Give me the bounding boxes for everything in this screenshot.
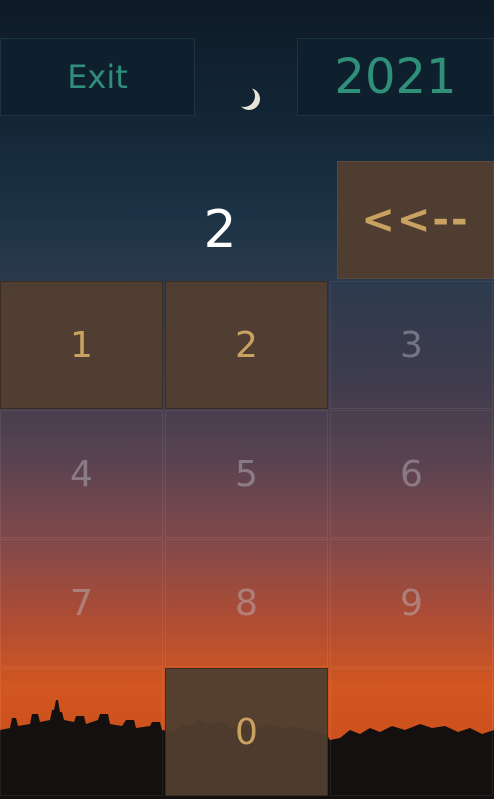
- key-8[interactable]: 8: [165, 539, 328, 667]
- year-display: 2021: [297, 38, 494, 116]
- exit-button[interactable]: Exit: [0, 38, 195, 116]
- crescent-moon-icon: [233, 85, 255, 107]
- key-1[interactable]: 1: [0, 281, 163, 409]
- key-blank-left: [0, 668, 163, 796]
- key-5[interactable]: 5: [165, 410, 328, 538]
- key-9[interactable]: 9: [330, 539, 493, 667]
- key-3[interactable]: 3: [330, 281, 493, 409]
- key-0[interactable]: 0: [165, 668, 328, 796]
- backspace-button[interactable]: <<--: [337, 161, 494, 279]
- key-2[interactable]: 2: [165, 281, 328, 409]
- key-4[interactable]: 4: [0, 410, 163, 538]
- entry-display: 2: [203, 200, 237, 260]
- key-blank-right: [330, 668, 493, 796]
- key-6[interactable]: 6: [330, 410, 493, 538]
- key-7[interactable]: 7: [0, 539, 163, 667]
